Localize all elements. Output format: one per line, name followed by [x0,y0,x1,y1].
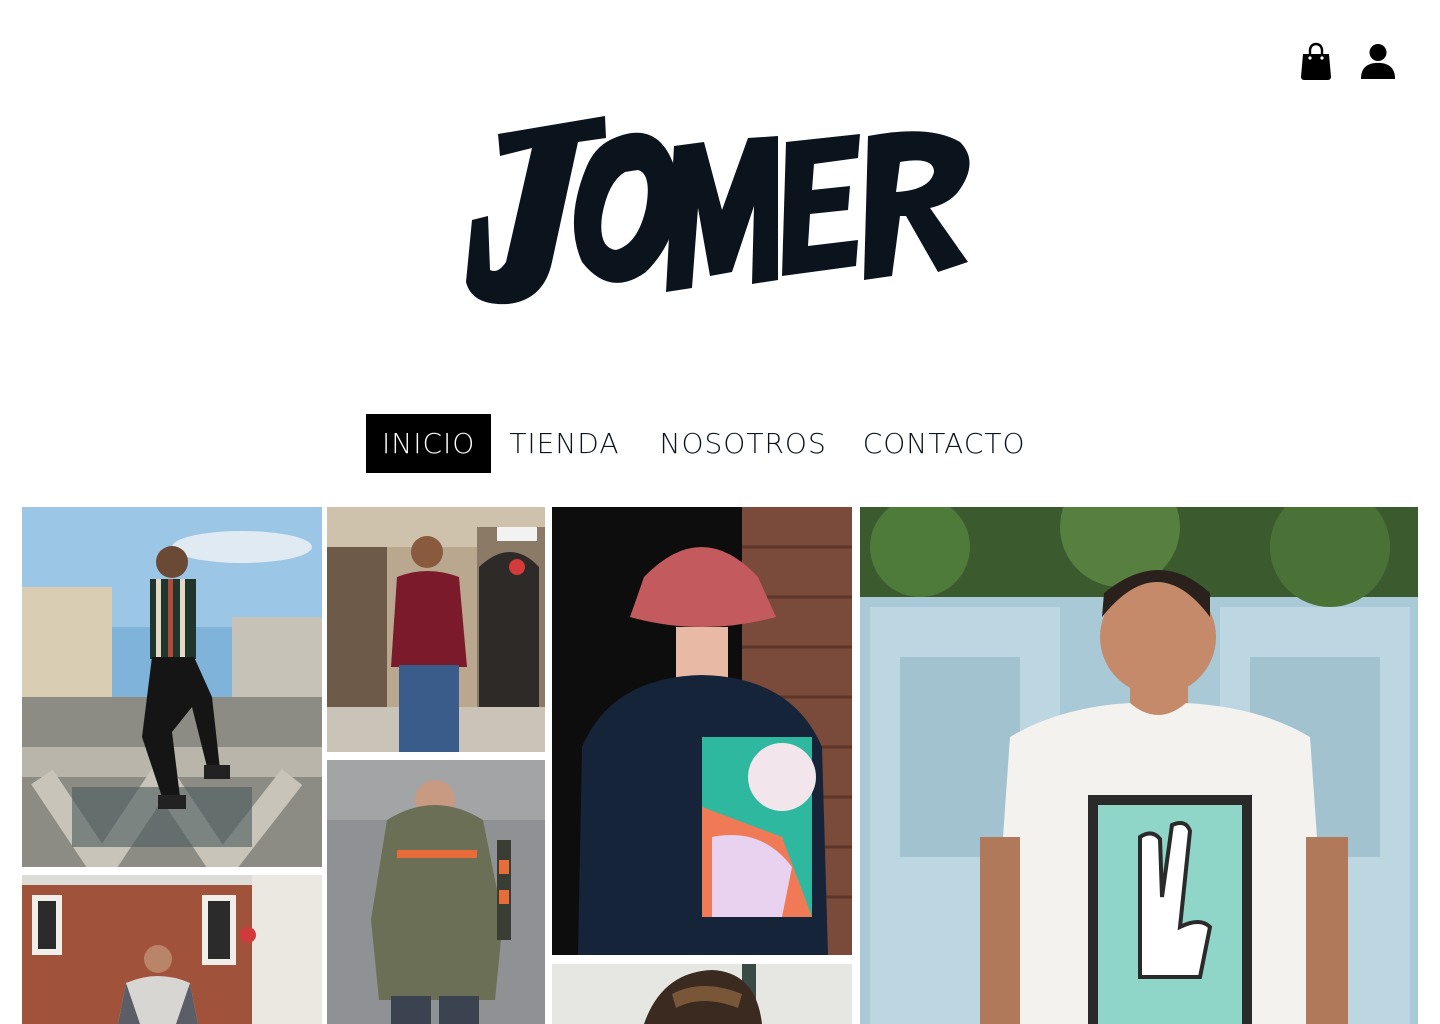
nav-item-tienda[interactable]: TIENDA [493,414,635,473]
shopping-bag-icon[interactable] [1298,40,1334,80]
gallery-photo-plaid-shirt[interactable] [22,875,322,1024]
brand-logo[interactable] [460,112,980,312]
gallery-photo-bucket-hat[interactable] [552,507,852,955]
user-icon[interactable] [1360,40,1396,80]
gallery-photo-striped-shirt[interactable] [22,507,322,867]
jomer-logo-mark [466,116,970,305]
gallery-photo-olive-hoodie[interactable] [327,760,545,1024]
gallery-photo-burgundy-sweatshirt[interactable] [327,507,545,752]
gallery-photo-wavy-hair[interactable] [552,964,852,1024]
nav-item-nosotros[interactable]: NOSOTROS [644,414,843,473]
main-nav: INICIO TIENDA NOSOTROS CONTACTO [366,414,1042,473]
nav-item-contacto[interactable]: CONTACTO [847,414,1042,473]
header-actions [1298,40,1396,80]
gallery-photo-peace-tshirt[interactable] [860,507,1418,1024]
nav-item-inicio[interactable]: INICIO [366,414,492,473]
